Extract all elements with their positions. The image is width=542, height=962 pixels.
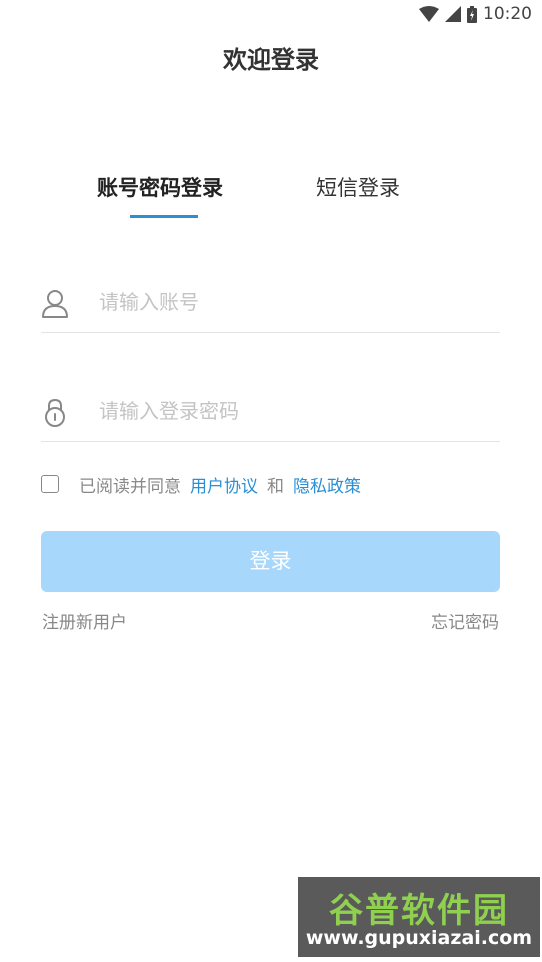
password-input[interactable] [99, 393, 494, 429]
page-title: 欢迎登录 [223, 46, 319, 74]
tab-account-password[interactable]: 账号密码登录 [97, 172, 233, 204]
wifi-icon [419, 6, 439, 22]
watermark-name: 谷普软件园 [329, 891, 509, 931]
privacy-policy-link[interactable]: 隐私政策 [293, 472, 361, 497]
login-button[interactable]: 登录 [41, 531, 500, 592]
forgot-password-link[interactable]: 忘记密码 [431, 608, 499, 633]
user-icon [42, 290, 68, 318]
status-icons: 10:20 [419, 4, 532, 24]
register-link[interactable]: 注册新用户 [42, 608, 127, 633]
status-bar: 10:20 [0, 0, 542, 28]
signal-icon [445, 6, 461, 22]
tab-sms[interactable]: 短信登录 [316, 172, 406, 204]
battery-icon [467, 5, 477, 23]
watermark-url: www.gupuxiazai.com [305, 927, 533, 949]
agreement-prefix: 已阅读并同意 [79, 476, 181, 497]
agreement-row: 已阅读并同意 用户协议 和 隐私政策 [41, 470, 370, 498]
account-input[interactable] [99, 284, 494, 320]
user-agreement-link[interactable]: 用户协议 [190, 472, 258, 497]
password-field [41, 383, 500, 442]
tab-active-indicator [130, 215, 198, 218]
watermark-logo: 谷普软件园 www.gupuxiazai.com [298, 877, 540, 957]
agreement-and: 和 [267, 476, 284, 497]
lock-icon [45, 398, 65, 427]
status-time: 10:20 [483, 4, 532, 24]
agreement-checkbox[interactable] [41, 475, 59, 493]
account-field [41, 274, 500, 333]
